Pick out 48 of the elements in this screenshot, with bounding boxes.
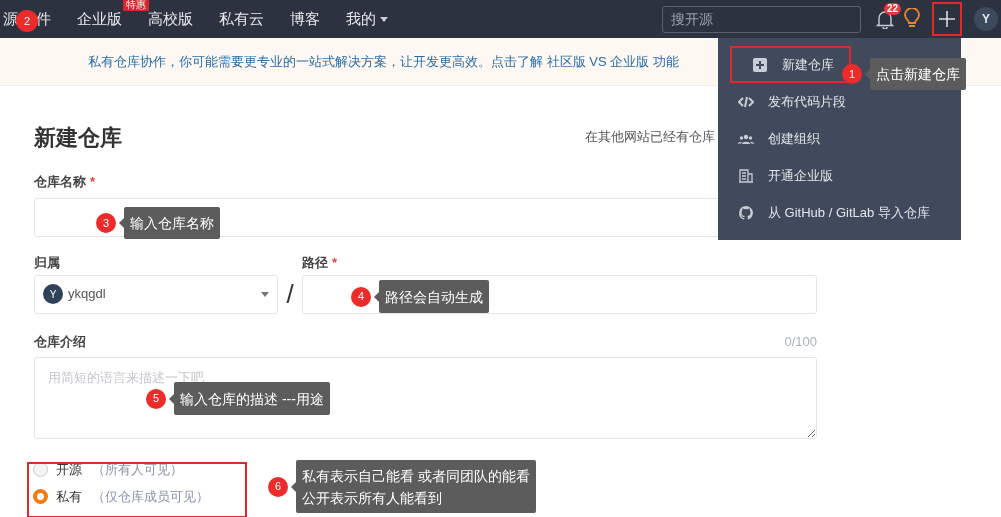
menu-item[interactable]: 从 GitHub / GitLab 导入仓库 [718,194,961,231]
annotation-tooltip: 路径会自动生成 [374,280,489,313]
char-counter: 0/100 [784,332,817,351]
nav-link[interactable]: 博客 [290,9,320,27]
nav-link[interactable]: 高校版 [148,9,193,27]
path-separator: / [285,277,295,311]
menu-item[interactable]: 创建组织 [718,120,961,157]
lightbulb-icon[interactable] [904,8,920,30]
plus-icon [938,10,956,28]
annotation-tooltip: 私有表示自己能看 或者同团队的能看 公开表示所有人能看到 [291,460,536,513]
caret-icon [261,291,269,297]
step-marker: 5 [146,388,166,409]
annotation-tooltip: 输入仓库名称 [119,207,220,239]
menu-item[interactable]: 开通企业版 [718,157,961,194]
github-icon [738,204,754,221]
notification-count: 22 [884,3,902,15]
visibility-radio[interactable]: 私有 （仅仓库成员可见） [33,487,209,506]
search-field[interactable]: 搜开源 [662,5,861,33]
field-label: 归属 [34,254,60,270]
create-button[interactable] [932,2,962,36]
promo-badge: 特惠 [123,0,149,11]
nav-dropdown[interactable]: 我的 [346,7,388,31]
building-icon [738,167,754,184]
step-marker: 6 [268,476,288,497]
visibility-radio[interactable]: 开源 （所有人可见） [33,460,183,479]
field-label: 仓库介绍 [34,332,86,351]
owner-select[interactable]: Y ykqgdl [34,274,278,314]
required-mark: * [90,174,96,189]
path-field[interactable] [302,274,817,314]
annotation-tooltip: 点击新建仓库 [865,58,966,90]
field-label: 仓库名称 [34,174,86,189]
step-marker: 2 [16,10,38,32]
field-label: 路径 [302,254,328,270]
nav-link[interactable]: 件 [36,7,51,31]
required-mark: * [332,254,338,270]
user-avatar[interactable]: Y [974,7,998,31]
nav-link[interactable]: 企业版 [77,9,122,27]
nav-link[interactable]: 源 [3,7,18,31]
banner-text[interactable]: 私有仓库协作，你可能需要更专业的一站式解决方案，让开发更高效。点击了解 社区版 VS 企业版 功能 [88,51,679,72]
annotation-tooltip: 输入仓库的描述 ---用途 [169,382,330,415]
page-title: 新建仓库 [34,123,122,152]
caret-icon [380,16,388,22]
owner-avatar: Y [43,284,63,304]
import-hint: 在其他网站已经有仓库 [585,128,715,147]
step-marker: 4 [351,286,371,307]
step-marker: 3 [96,213,116,233]
plus-square-icon [752,56,768,73]
nav-link[interactable]: 私有云 [219,9,264,27]
